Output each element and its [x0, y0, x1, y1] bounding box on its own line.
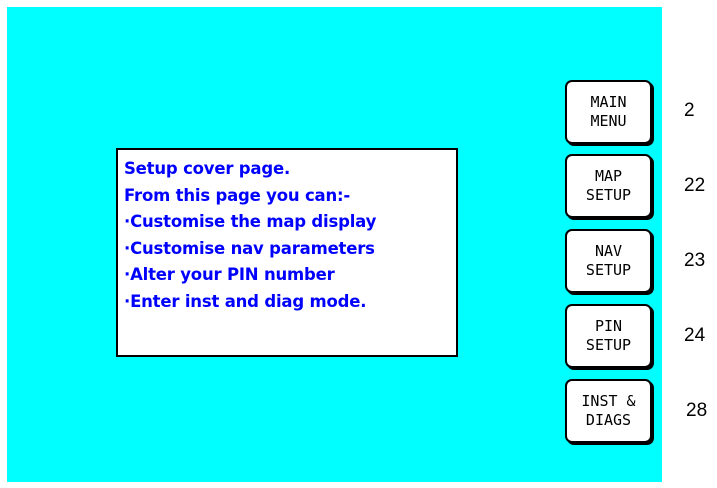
- page-ref-map-setup: 22: [684, 175, 706, 196]
- button-label: MAP: [594, 167, 623, 185]
- pin-setup-button[interactable]: PIN SETUP: [565, 304, 652, 368]
- inst-diags-button[interactable]: INST & DIAGS: [565, 379, 652, 443]
- page-ref-nav-setup: 23: [684, 250, 706, 271]
- info-line: From this page you can:-: [124, 185, 351, 205]
- page-ref-inst-diags: 28: [686, 400, 708, 421]
- display-screen: Setup cover page. From this page you can…: [7, 7, 662, 482]
- info-line: ·Alter your PIN number: [124, 265, 335, 284]
- setup-info-panel: Setup cover page. From this page you can…: [116, 148, 458, 357]
- button-label: INST &: [581, 392, 636, 410]
- page-ref-main-menu: 2: [684, 100, 695, 121]
- button-label: MENU: [590, 112, 627, 130]
- info-line: ·Enter inst and diag mode.: [124, 291, 367, 311]
- info-title: Setup cover page.: [124, 159, 291, 178]
- button-label: MAIN: [590, 93, 627, 111]
- main-menu-button[interactable]: MAIN MENU: [565, 80, 652, 144]
- page-ref-pin-setup: 24: [684, 325, 706, 346]
- button-label: PIN: [594, 317, 623, 335]
- button-label: SETUP: [585, 336, 632, 354]
- button-label: DIAGS: [585, 411, 632, 429]
- nav-setup-button[interactable]: NAV SETUP: [565, 229, 652, 293]
- info-line: ·Customise the map display: [124, 212, 377, 231]
- map-setup-button[interactable]: MAP SETUP: [565, 154, 652, 218]
- button-label: SETUP: [585, 186, 632, 204]
- info-line: ·Customise nav parameters: [124, 238, 375, 258]
- button-label: NAV: [594, 242, 623, 260]
- button-label: SETUP: [585, 261, 632, 279]
